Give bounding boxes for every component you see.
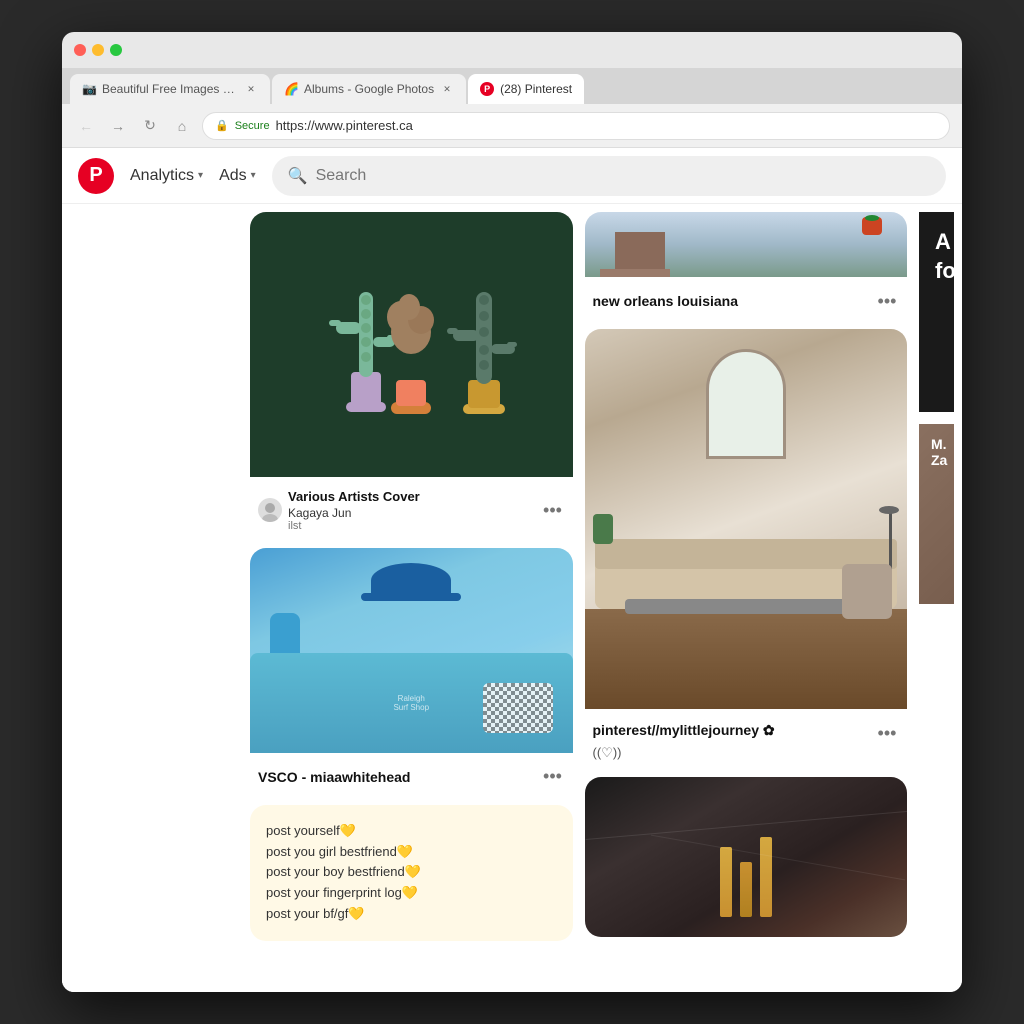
pin-column-1: Various Artists Cover Kagaya Jun ilst ••… — [250, 212, 573, 992]
search-bar[interactable]: 🔍 Search — [272, 156, 946, 196]
pin-author-cacti: Various Artists Cover Kagaya Jun ilst — [258, 489, 420, 532]
pin-more-vsco-button[interactable]: ••• — [541, 765, 565, 789]
ads-menu[interactable]: Ads ▾ — [219, 167, 256, 185]
pinterest-navbar: P Analytics ▾ Ads ▾ 🔍 Search — [62, 148, 962, 204]
analytics-label: Analytics — [130, 167, 194, 185]
secure-label: Secure — [235, 120, 270, 132]
board-more-interior-button[interactable]: ••• — [875, 721, 899, 745]
analytics-chevron-icon: ▾ — [198, 170, 203, 181]
forward-button[interactable]: → — [106, 114, 130, 138]
board-meta-interior: pinterest//mylittlejourney ✿ ••• ((♡)) — [593, 721, 900, 761]
board-card-new-orleans[interactable]: new orleans louisiana ••• — [585, 212, 908, 317]
author-name-kagaya: Kagaya Jun — [288, 506, 420, 520]
tab-label: Albums - Google Photos — [304, 82, 434, 96]
browser-window: 📷 Beautiful Free Images & Pictur... ✕ 🌈 … — [62, 32, 962, 992]
author-tag-kagaya: ilst — [288, 520, 420, 532]
ads-chevron-icon: ▾ — [251, 170, 256, 181]
pin-title-vsco: VSCO - miaawhitehead — [258, 768, 410, 786]
board-meta-new-orleans: new orleans louisiana ••• — [593, 289, 900, 313]
url-text: https://www.pinterest.ca — [276, 118, 413, 133]
pin-meta-vsco: VSCO - miaawhitehead ••• — [258, 765, 565, 789]
partial-card-label: M.Za — [919, 424, 954, 480]
traffic-lights — [74, 44, 122, 56]
home-button[interactable]: ⌂ — [170, 114, 194, 138]
pin-meta-cacti: Various Artists Cover Kagaya Jun ilst ••… — [258, 489, 565, 532]
partial-image-card: M.Za — [919, 424, 954, 604]
tab-close-button[interactable]: ✕ — [244, 82, 258, 96]
pin-card-post-text[interactable]: post yourself💛 post you girl bestfriend💛… — [250, 805, 573, 941]
search-icon: 🔍 — [288, 166, 308, 186]
board-info-interior: pinterest//mylittlejourney ✿ ••• ((♡)) — [585, 709, 908, 765]
photos-icon: 🌈 — [284, 82, 298, 96]
minimize-button[interactable] — [92, 44, 104, 56]
tabs-bar: 📷 Beautiful Free Images & Pictur... ✕ 🌈 … — [62, 68, 962, 104]
partial-card-text: Afo — [935, 228, 954, 285]
pin-title-cacti: Various Artists Cover — [288, 489, 420, 506]
post-text-content: post yourself💛 post you girl bestfriend💛… — [250, 805, 573, 941]
board-info-new-orleans: new orleans louisiana ••• — [585, 277, 908, 317]
post-line-4: post your fingerprint log💛 — [266, 883, 557, 904]
post-line-2: post you girl bestfriend💛 — [266, 842, 557, 863]
cacti-illustration — [291, 212, 531, 477]
tab-beautiful-images[interactable]: 📷 Beautiful Free Images & Pictur... ✕ — [70, 74, 270, 104]
ads-label: Ads — [219, 167, 247, 185]
close-button[interactable] — [74, 44, 86, 56]
pinterest-icon: P — [480, 82, 494, 96]
tab-pinterest[interactable]: P (28) Pinterest — [468, 74, 584, 104]
author-avatar-kagaya — [258, 498, 282, 522]
url-bar[interactable]: 🔒 Secure https://www.pinterest.ca — [202, 112, 950, 140]
title-bar — [62, 32, 962, 68]
address-bar: ← → ↻ ⌂ 🔒 Secure https://www.pinterest.c… — [62, 104, 962, 148]
board-more-new-orleans-button[interactable]: ••• — [875, 289, 899, 313]
search-placeholder: Search — [316, 167, 367, 185]
pin-column-2: new orleans louisiana ••• — [585, 212, 908, 992]
analytics-menu[interactable]: Analytics ▾ — [130, 167, 203, 185]
camera-icon: 📷 — [82, 82, 96, 96]
board-title-new-orleans: new orleans louisiana — [593, 292, 739, 310]
pinterest-app: P Analytics ▾ Ads ▾ 🔍 Search — [62, 148, 962, 992]
pin-info-vsco: VSCO - miaawhitehead ••• — [250, 753, 573, 793]
pin-card-vsco[interactable]: RaleighSurf Shop VSCO - miaawhitehead ••… — [250, 548, 573, 793]
pin-card-cacti[interactable]: Various Artists Cover Kagaya Jun ilst ••… — [250, 212, 573, 536]
back-button[interactable]: ← — [74, 114, 98, 138]
pin-more-button[interactable]: ••• — [541, 498, 565, 522]
post-line-1: post yourself💛 — [266, 821, 557, 842]
tab-label: (28) Pinterest — [500, 82, 572, 96]
tab-close-button[interactable]: ✕ — [440, 82, 454, 96]
post-line-5: post your bf/gf💛 — [266, 904, 557, 925]
reload-button[interactable]: ↻ — [138, 114, 162, 138]
post-line-3: post your boy bestfriend💛 — [266, 862, 557, 883]
board-card-marble[interactable] — [585, 777, 908, 937]
fullscreen-button[interactable] — [110, 44, 122, 56]
pin-info-cacti: Various Artists Cover Kagaya Jun ilst ••… — [250, 477, 573, 536]
pinterest-logo[interactable]: P — [78, 158, 114, 194]
tab-google-photos[interactable]: 🌈 Albums - Google Photos ✕ — [272, 74, 466, 104]
partial-right-column: Afo M.Za — [919, 212, 954, 992]
partial-dark-card: Afo — [919, 212, 954, 412]
lock-icon: 🔒 — [215, 119, 229, 132]
pins-area: Various Artists Cover Kagaya Jun ilst ••… — [242, 204, 962, 992]
content-area: Various Artists Cover Kagaya Jun ilst ••… — [62, 204, 962, 992]
left-column — [62, 204, 242, 992]
tab-label: Beautiful Free Images & Pictur... — [102, 82, 238, 96]
secure-badge: Secure — [235, 120, 270, 132]
board-title-interior: pinterest//mylittlejourney ✿ — [593, 721, 775, 745]
board-subtitle-interior: ((♡)) — [593, 745, 622, 761]
board-card-interior[interactable]: pinterest//mylittlejourney ✿ ••• ((♡)) — [585, 329, 908, 765]
